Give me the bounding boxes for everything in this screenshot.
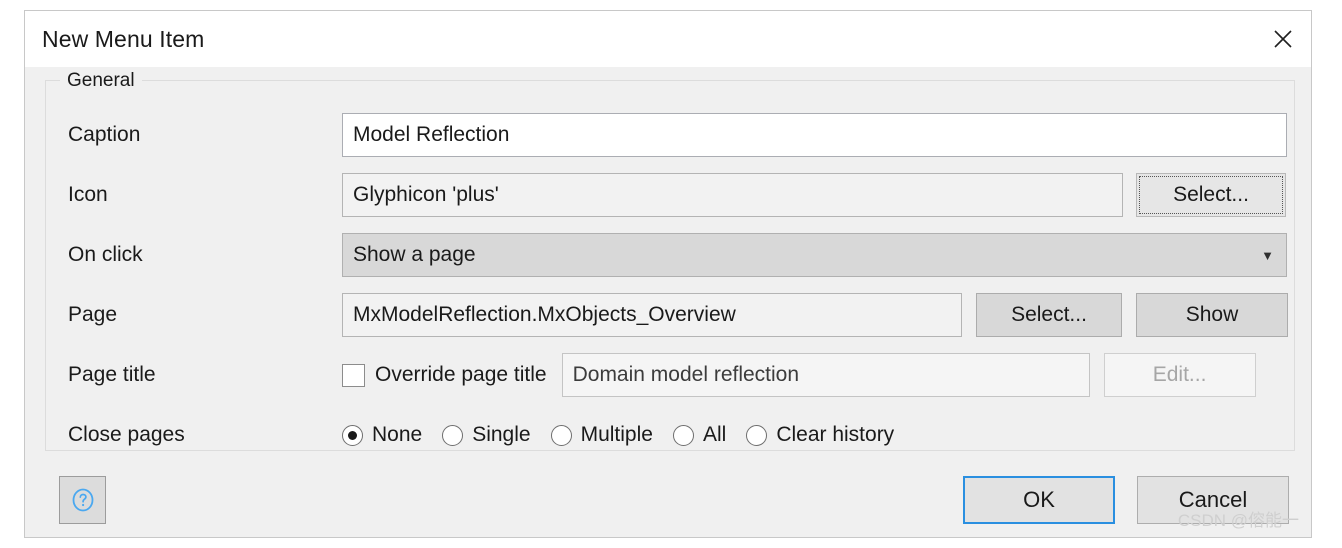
close-pages-fields: None Single Multiple All Clear history xyxy=(342,405,1280,465)
radio-indicator[interactable] xyxy=(672,424,694,446)
page-select-button[interactable]: Select... xyxy=(976,293,1122,337)
icon-fields: Glyphicon 'plus' Select... xyxy=(342,165,1286,225)
dialog-body: General Caption Model Reflection Icon Gl… xyxy=(25,67,1311,463)
cancel-button[interactable]: Cancel xyxy=(1137,476,1289,524)
page-show-button[interactable]: Show xyxy=(1136,293,1288,337)
icon-select-button[interactable]: Select... xyxy=(1136,173,1286,217)
close-pages-radio-clear-history[interactable]: Clear history xyxy=(746,423,894,447)
on-click-label: On click xyxy=(68,243,143,266)
override-page-title-checkbox[interactable] xyxy=(342,363,365,387)
page-title-input[interactable]: Domain model reflection xyxy=(561,353,1090,397)
row-page-title: Page title Override page title Domain mo… xyxy=(60,345,1280,405)
close-pages-radio-single[interactable]: Single xyxy=(442,423,531,447)
dialog-footer: OK Cancel CSDN @傛能一 xyxy=(25,463,1311,537)
dialog-title: New Menu Item xyxy=(42,25,205,52)
row-icon: Icon Glyphicon 'plus' Select... xyxy=(60,165,1286,225)
row-page: Page MxModelReflection.MxObjects_Overvie… xyxy=(60,285,1288,345)
close-pages-label: Close pages xyxy=(68,423,185,446)
radio-label: Single xyxy=(472,423,531,446)
new-menu-item-dialog: New Menu Item General Caption Model Refl… xyxy=(24,10,1312,538)
close-pages-radio-none[interactable]: None xyxy=(342,423,422,447)
page-title-label: Page title xyxy=(68,363,156,386)
radio-indicator[interactable] xyxy=(342,424,363,446)
on-click-value: Show a page xyxy=(353,243,476,266)
radio-indicator[interactable] xyxy=(442,424,464,446)
on-click-fields: Show a page ▼ xyxy=(342,225,1287,285)
caption-fields: Model Reflection xyxy=(342,105,1287,165)
page-input[interactable]: MxModelReflection.MxObjects_Overview xyxy=(342,293,962,337)
chevron-down-icon: ▼ xyxy=(1261,247,1274,263)
close-pages-radio-all[interactable]: All xyxy=(672,423,727,447)
row-caption: Caption Model Reflection xyxy=(60,105,1287,165)
row-on-click: On click Show a page ▼ xyxy=(60,225,1287,285)
caption-input[interactable]: Model Reflection xyxy=(342,113,1287,157)
general-groupbox: General Caption Model Reflection Icon Gl… xyxy=(45,70,1295,451)
radio-label: Clear history xyxy=(776,423,895,446)
override-page-title-checkbox-wrap[interactable]: Override page title xyxy=(342,363,547,387)
radio-indicator[interactable] xyxy=(550,424,572,446)
radio-label: All xyxy=(702,423,727,446)
close-pages-radio-group: None Single Multiple All Clear history xyxy=(342,423,914,447)
page-title-edit-button[interactable]: Edit... xyxy=(1103,353,1256,397)
icon-input[interactable]: Glyphicon 'plus' xyxy=(342,173,1123,217)
page-title-fields: Override page title Domain model reflect… xyxy=(342,345,1280,405)
radio-indicator[interactable] xyxy=(746,424,768,446)
dialog-titlebar: New Menu Item xyxy=(25,11,1311,67)
radio-label: None xyxy=(372,423,423,446)
close-pages-radio-multiple[interactable]: Multiple xyxy=(550,423,653,447)
on-click-dropdown[interactable]: Show a page ▼ xyxy=(342,233,1287,277)
page-fields: MxModelReflection.MxObjects_Overview Sel… xyxy=(342,285,1288,345)
row-close-pages: Close pages None Single Multiple All Clear h… xyxy=(60,405,1280,465)
ok-button[interactable]: OK xyxy=(963,476,1115,524)
radio-label: Multiple xyxy=(580,423,653,446)
page-label: Page xyxy=(68,303,118,326)
help-circle-icon[interactable] xyxy=(59,476,106,524)
caption-label: Caption xyxy=(68,123,141,146)
override-page-title-label: Override page title xyxy=(375,363,547,386)
form-rows: Caption Model Reflection Icon Glyphicon … xyxy=(46,81,1294,450)
close-icon[interactable] xyxy=(1255,11,1311,67)
icon-label: Icon xyxy=(68,183,108,206)
